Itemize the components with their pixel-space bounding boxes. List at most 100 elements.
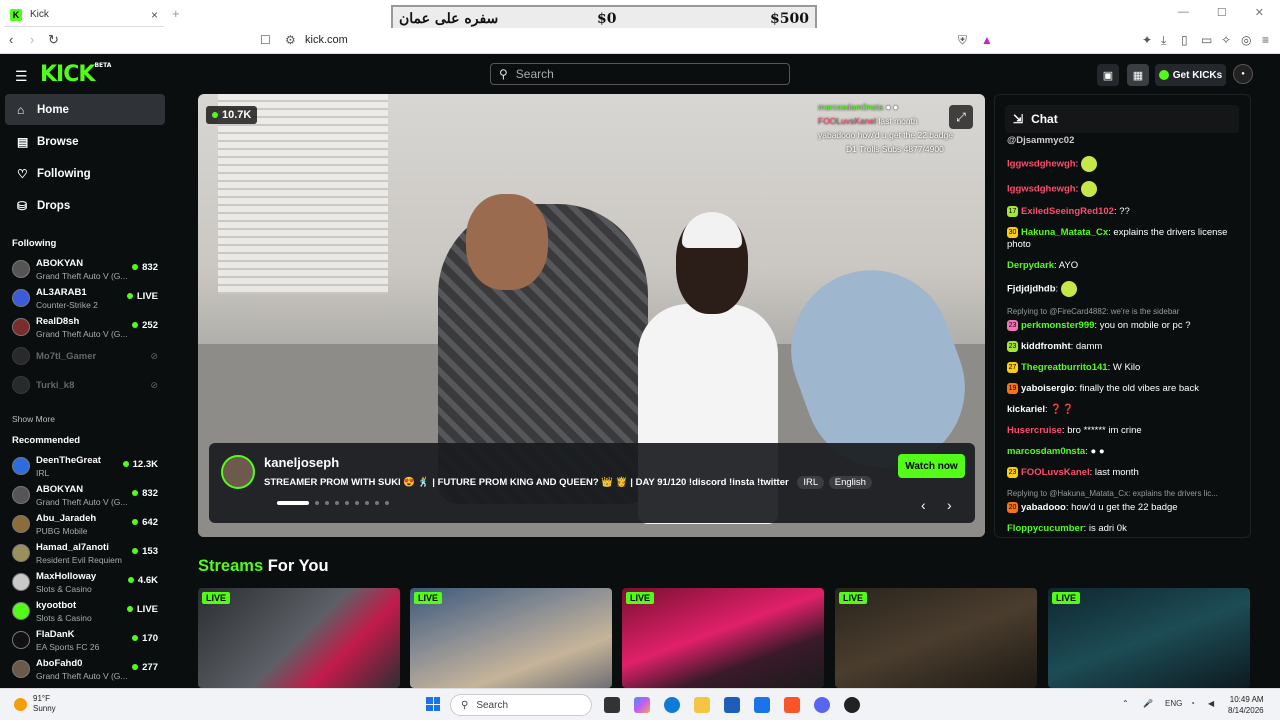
rewards-icon[interactable]: ▲ xyxy=(981,33,993,47)
chat-username[interactable]: Fjdjdjdhdb xyxy=(1007,284,1056,295)
reply-context[interactable]: Replying to @FireCard4882: we're is the … xyxy=(1007,306,1245,318)
stream-thumbnail[interactable]: LIVE xyxy=(835,588,1037,688)
recommended-channel[interactable]: AboFahd0 Grand Theft Auto V (G... 277 xyxy=(12,656,162,684)
chat-username[interactable]: kickariel xyxy=(1007,404,1045,415)
chat-username[interactable]: FOOLuvsKanel xyxy=(1021,467,1090,478)
carousel-dot[interactable] xyxy=(375,501,379,505)
recommended-channel[interactable]: ABOKYAN Grand Theft Auto V (G... 832 xyxy=(12,482,162,510)
featured-stream-player[interactable]: 10.7K marcosdam0nsta ● ● FOOLuvsKanel la… xyxy=(198,94,985,537)
chat-username[interactable]: perkmonster999 xyxy=(1021,320,1094,331)
tab-close-icon[interactable]: × xyxy=(151,8,158,22)
chat-collapse-icon[interactable]: ⇲ xyxy=(1013,112,1023,126)
search-input[interactable]: ⚲ Search xyxy=(490,63,790,85)
microphone-icon[interactable]: 🎤 xyxy=(1143,699,1153,708)
streamer-avatar[interactable] xyxy=(221,455,255,489)
store-icon[interactable] xyxy=(724,697,740,713)
stream-thumbnail[interactable]: LIVE xyxy=(198,588,400,688)
extensions-icon[interactable]: ✦ xyxy=(1142,33,1152,47)
clips-icon[interactable]: ▣ xyxy=(1097,64,1119,86)
chat-username[interactable]: Floppycucumber xyxy=(1007,523,1084,534)
chat-username[interactable]: yaboisergio xyxy=(1021,383,1074,394)
following-channel-offline[interactable]: Mo7tl_Gamer ⊘ xyxy=(12,343,162,371)
task-view-icon[interactable] xyxy=(604,697,620,713)
close-window-button[interactable]: ✕ xyxy=(1255,6,1264,19)
nav-following[interactable]: ♡ Following xyxy=(5,158,165,189)
following-channel-offline[interactable]: Turki_k8 ⊘ xyxy=(12,372,162,400)
recommended-channel[interactable]: Abu_Jaradeh PUBG Mobile 642 xyxy=(12,511,162,539)
carousel-dot[interactable] xyxy=(335,501,339,505)
chat-username[interactable]: @Djsammyc02 xyxy=(1007,135,1074,146)
system-clock[interactable]: 10:49 AM 8/14/2026 xyxy=(1228,694,1264,716)
volume-icon[interactable]: ◀ xyxy=(1208,699,1214,708)
carousel-prev-icon[interactable]: ‹ xyxy=(921,497,926,513)
streamer-name[interactable]: kaneljoseph xyxy=(264,455,339,470)
chat-username[interactable]: Hakuna_Matata_Cx xyxy=(1021,227,1108,238)
file-explorer-icon[interactable] xyxy=(694,697,710,713)
stream-thumbnail[interactable]: LIVE xyxy=(410,588,612,688)
recommended-channel[interactable]: DeenTheGreat IRL 12.3K xyxy=(12,453,162,481)
chat-username[interactable]: Thegreatburrito141 xyxy=(1021,362,1108,373)
brave-icon[interactable] xyxy=(784,697,800,713)
windows-start-icon[interactable] xyxy=(426,697,440,711)
chat-username[interactable]: marcosdam0nsta xyxy=(1007,446,1085,457)
chat-username[interactable]: kiddfromht xyxy=(1021,341,1071,352)
leo-icon[interactable]: ✧ xyxy=(1221,33,1231,47)
edge-icon[interactable] xyxy=(664,697,680,713)
site-info-icon[interactable]: ⚙ xyxy=(285,33,296,47)
tag-irl[interactable]: IRL xyxy=(797,476,825,489)
outlook-icon[interactable] xyxy=(754,697,770,713)
watch-now-button[interactable]: Watch now xyxy=(898,454,965,478)
taskbar-search[interactable]: ⚲ Search xyxy=(450,694,592,716)
copilot-icon[interactable] xyxy=(634,697,650,713)
recommended-channel[interactable]: Hamad_al7anoti Resident Evil Requiem 153 xyxy=(12,540,162,568)
carousel-dot[interactable] xyxy=(385,501,389,505)
download-icon[interactable]: ⤓ xyxy=(1161,33,1166,48)
chat-username[interactable]: Iggwsdghewgh xyxy=(1007,159,1076,170)
show-more-link[interactable]: Show More xyxy=(12,414,55,424)
chat-username[interactable]: yabadooo xyxy=(1021,502,1066,513)
bookmark-icon[interactable]: ☐ xyxy=(260,33,271,47)
kick-logo[interactable]: KICKBETA xyxy=(40,62,111,87)
new-tab-button[interactable]: + xyxy=(172,6,180,21)
recommended-channel[interactable]: FlaDanK EA Sports FC 26 170 xyxy=(12,627,162,655)
tag-language[interactable]: English xyxy=(828,476,872,489)
carousel-next-icon[interactable]: › xyxy=(947,497,952,513)
reload-icon[interactable]: ↻ xyxy=(48,32,59,48)
carousel-dot[interactable] xyxy=(355,501,359,505)
carousel-dot-active[interactable] xyxy=(277,501,309,505)
vpn-icon[interactable]: ◎ xyxy=(1241,33,1251,47)
sidebar-toggle-icon[interactable]: ▯ xyxy=(1181,33,1188,47)
carousel-dot[interactable] xyxy=(345,501,349,505)
stream-thumbnail[interactable]: LIVE xyxy=(1048,588,1250,688)
following-channel[interactable]: AL3ARAB1 Counter-Strike 2 LIVE xyxy=(12,285,162,313)
get-kicks-button[interactable]: Get KICKs xyxy=(1155,64,1226,86)
chat-username[interactable]: Husercruise xyxy=(1007,425,1062,436)
hamburger-menu-icon[interactable]: ☰ xyxy=(15,68,28,85)
chat-username[interactable]: ExiledSeeingRed102 xyxy=(1021,206,1114,217)
recommended-channel[interactable]: MaxHolloway Slots & Casino 4.6K xyxy=(12,569,162,597)
following-channel[interactable]: ABOKYAN Grand Theft Auto V (G... 832 xyxy=(12,256,162,284)
nav-drops[interactable]: ⛁ Drops xyxy=(5,190,165,221)
layout-icon[interactable]: ▦ xyxy=(1127,64,1149,86)
nav-browse[interactable]: ▤ Browse xyxy=(5,126,165,157)
app-icon[interactable] xyxy=(844,697,860,713)
reply-context[interactable]: Replying to @Hakuna_Matata_Cx: explains … xyxy=(1007,488,1245,500)
chat-username[interactable]: Derpydark xyxy=(1007,260,1054,271)
recommended-channel[interactable]: kyootbot Slots & Casino LIVE xyxy=(12,598,162,626)
tray-chevron-icon[interactable]: ⌃ xyxy=(1122,699,1129,708)
carousel-dot[interactable] xyxy=(365,501,369,505)
wifi-icon[interactable]: ◔ xyxy=(1190,699,1195,708)
forward-icon[interactable]: › xyxy=(30,32,34,47)
back-icon[interactable]: ‹ xyxy=(9,32,13,47)
user-avatar[interactable]: ● xyxy=(1233,64,1253,84)
following-channel[interactable]: RealD8sh Grand Theft Auto V (G... 252 xyxy=(12,314,162,342)
chat-username[interactable]: Iggwsdghewgh xyxy=(1007,184,1076,195)
maximize-button[interactable]: ☐ xyxy=(1217,6,1227,19)
carousel-dot[interactable] xyxy=(325,501,329,505)
discord-icon[interactable] xyxy=(814,697,830,713)
minimize-button[interactable]: — xyxy=(1178,6,1189,19)
browser-tab[interactable]: K Kick × xyxy=(4,3,164,27)
language-indicator[interactable]: ENG xyxy=(1165,699,1182,708)
wallet-icon[interactable]: ▭ xyxy=(1201,33,1212,47)
menu-icon[interactable]: ≡ xyxy=(1262,33,1269,47)
